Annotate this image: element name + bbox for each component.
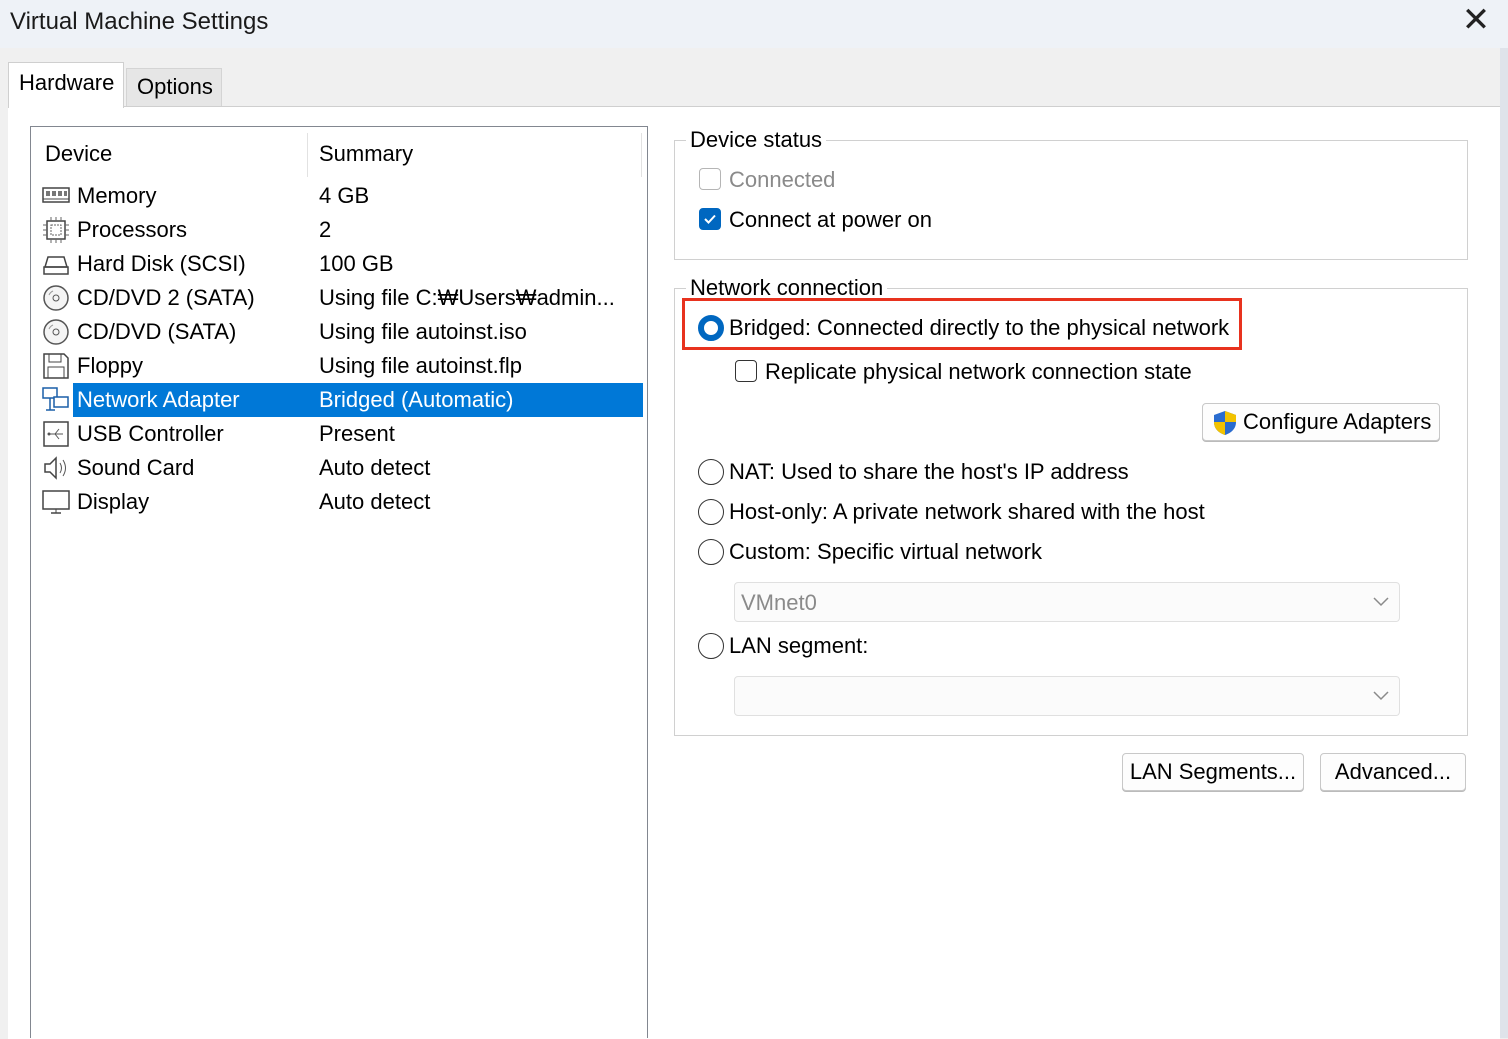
connect-at-power-on-label: Connect at power on (729, 207, 933, 232)
device-name: Memory (77, 183, 157, 208)
replicate-state-label: Replicate physical network connection st… (765, 359, 1192, 384)
checkmark-icon (704, 214, 716, 224)
device-summary: Bridged (Automatic) (319, 387, 514, 412)
device-summary: 2 (319, 217, 332, 242)
device-row-floppy[interactable]: Floppy Using file autoinst.flp (31, 349, 645, 383)
floppy-icon (43, 353, 69, 379)
device-summary: 100 GB (319, 251, 394, 276)
device-name: Hard Disk (SCSI) (77, 251, 246, 276)
device-row-processors[interactable]: Processors 2 (31, 213, 645, 247)
device-status-group (674, 140, 1468, 260)
device-row-usb-controller[interactable]: USB Controller Present (31, 417, 645, 451)
cd-dvd-icon (43, 319, 69, 345)
device-name: Display (77, 489, 150, 514)
replicate-state-checkbox[interactable] (735, 360, 757, 382)
custom-network-value: VMnet0 (741, 590, 817, 615)
device-summary: Auto detect (319, 489, 431, 514)
lan-segment-select[interactable] (734, 676, 1400, 716)
device-name: Sound Card (77, 455, 195, 480)
tab-hardware[interactable]: Hardware (8, 62, 124, 108)
chevron-down-icon (1373, 597, 1389, 607)
device-row-cd-dvd[interactable]: CD/DVD (SATA) Using file autoinst.iso (31, 315, 645, 349)
window-title: Virtual Machine Settings (10, 8, 269, 35)
window-edge (1500, 48, 1508, 1038)
host-only-label: Host-only: A private network shared with… (729, 499, 1205, 524)
network-adapter-icon (42, 387, 69, 411)
device-status-title: Device status (686, 127, 827, 153)
close-button[interactable]: ✕ (1456, 0, 1496, 44)
device-row-cd-dvd-2[interactable]: CD/DVD 2 (SATA) Using file C:₩Users₩admi… (31, 281, 645, 315)
lan-segment-label: LAN segment: (729, 633, 869, 658)
column-divider (641, 133, 642, 177)
device-row-hard-disk[interactable]: Hard Disk (SCSI) 100 GB (31, 247, 645, 281)
hard-disk-icon (43, 256, 69, 275)
lan-segment-radio[interactable] (698, 633, 724, 659)
uac-shield-icon (1214, 411, 1236, 435)
connected-label: Connected (729, 167, 836, 192)
advanced-button[interactable]: Advanced... (1320, 753, 1466, 791)
device-summary: Using file C:₩Users₩admin... (319, 285, 615, 310)
device-name: CD/DVD 2 (SATA) (77, 285, 255, 310)
device-name: Network Adapter (77, 387, 240, 412)
device-row-sound-card[interactable]: Sound Card Auto detect (31, 451, 645, 485)
connected-checkbox[interactable] (699, 168, 721, 190)
device-summary: Using file autoinst.flp (319, 353, 522, 378)
column-header-summary[interactable]: Summary (319, 141, 413, 167)
nat-radio[interactable] (698, 459, 724, 485)
device-name: USB Controller (77, 421, 224, 446)
display-icon (42, 490, 70, 514)
device-summary: Present (319, 421, 395, 446)
device-summary: Auto detect (319, 455, 431, 480)
processor-icon (43, 217, 69, 243)
device-row-network-adapter[interactable]: Network Adapter Bridged (Automatic) (31, 383, 645, 417)
device-summary: 4 GB (319, 183, 370, 208)
lan-segments-button[interactable]: LAN Segments... (1122, 753, 1304, 791)
device-name: Floppy (77, 353, 144, 378)
chevron-down-icon (1373, 691, 1389, 701)
device-row-memory[interactable]: Memory 4 GB (31, 179, 645, 213)
title-bar: Virtual Machine Settings ✕ (0, 0, 1508, 48)
annotation-highlight-box (682, 298, 1242, 350)
custom-radio[interactable] (698, 539, 724, 565)
device-row-display[interactable]: Display Auto detect (31, 485, 645, 519)
device-list[interactable]: Device Summary Memory 4 GB Processors 2 … (30, 126, 648, 1038)
tab-options[interactable]: Options (126, 68, 222, 106)
custom-label: Custom: Specific virtual network (729, 539, 1042, 564)
column-header-device[interactable]: Device (45, 141, 112, 167)
host-only-radio[interactable] (698, 499, 724, 525)
nat-label: NAT: Used to share the host's IP address (729, 459, 1129, 484)
device-name: CD/DVD (SATA) (77, 319, 237, 344)
custom-network-select[interactable]: VMnet0 (734, 582, 1400, 622)
configure-adapters-label: Configure Adapters (1243, 409, 1432, 434)
device-summary: Using file autoinst.iso (319, 319, 527, 344)
cd-dvd-icon (43, 285, 69, 311)
column-divider[interactable] (307, 133, 308, 177)
sound-card-icon (44, 456, 66, 480)
device-name: Processors (77, 217, 188, 242)
connect-at-power-on-checkbox[interactable] (699, 208, 721, 230)
memory-icon (42, 187, 70, 203)
configure-adapters-button[interactable]: Configure Adapters (1202, 403, 1440, 441)
usb-icon (43, 421, 69, 447)
